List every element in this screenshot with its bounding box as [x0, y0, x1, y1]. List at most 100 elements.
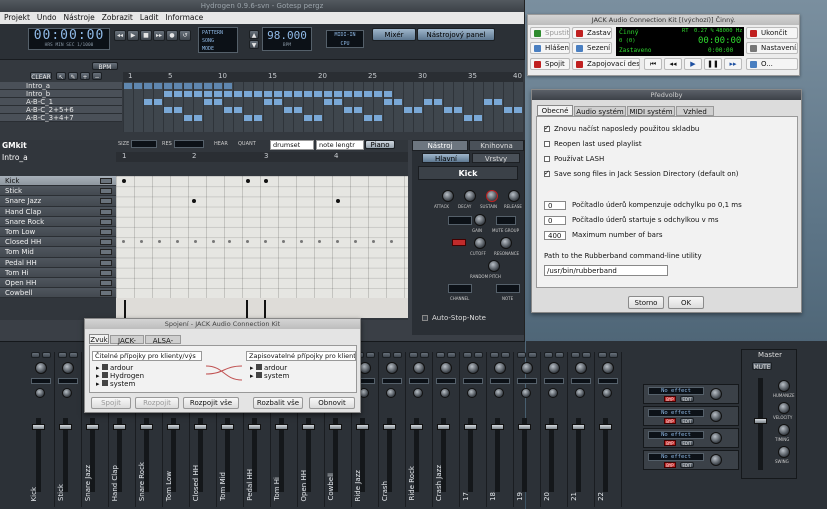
fader-cap[interactable]	[599, 424, 612, 430]
song-grid-cell[interactable]	[494, 99, 502, 105]
channel-display[interactable]	[448, 284, 472, 293]
fader-cap[interactable]	[86, 424, 99, 430]
fx-send-knob[interactable]	[575, 388, 585, 398]
record-button[interactable]: ●	[166, 30, 178, 41]
solo-button[interactable]	[42, 352, 51, 358]
release-knob[interactable]	[508, 190, 520, 202]
song-grid[interactable]	[123, 82, 523, 132]
fx-send-knob[interactable]	[62, 388, 72, 398]
song-grid-cell[interactable]	[194, 91, 202, 97]
pattern-note[interactable]	[354, 240, 357, 244]
pan-knob[interactable]	[413, 362, 425, 374]
song-tool-1-button[interactable]: ↖	[56, 72, 66, 81]
jack-session-button[interactable]: Sezení	[572, 42, 612, 54]
solo-button[interactable]	[366, 352, 375, 358]
song-grid-cell[interactable]	[354, 91, 362, 97]
pattern-note[interactable]	[122, 179, 126, 183]
instrument-mute-solo[interactable]	[100, 178, 112, 184]
pattern-note[interactable]	[282, 240, 285, 244]
fx-send-knob[interactable]	[35, 388, 45, 398]
bpm-down-button[interactable]: ▼	[249, 40, 259, 49]
song-mode-label[interactable]: SONG	[202, 37, 234, 45]
instrument-mute-solo[interactable]	[100, 269, 112, 276]
fader-cap[interactable]	[356, 424, 369, 430]
rewind-button[interactable]: ◂◂	[114, 30, 126, 41]
menu-ladit[interactable]: Ladit	[140, 12, 159, 24]
attack-knob[interactable]	[442, 190, 454, 202]
beat-counter-start-spinbox[interactable]: 0	[544, 216, 566, 225]
song-grid-cell[interactable]	[184, 115, 192, 121]
fx-edit-button[interactable]: EDIT	[680, 462, 694, 468]
song-grid-cell[interactable]	[274, 91, 282, 97]
pattern-note[interactable]	[246, 240, 249, 244]
tab-main[interactable]: Hlavní	[422, 153, 470, 163]
solo-button[interactable]	[528, 352, 537, 358]
tab-library[interactable]: Knihovna	[469, 140, 524, 151]
menu-nastroje[interactable]: Nástroje	[63, 12, 94, 24]
song-grid-cell[interactable]	[224, 83, 232, 89]
piano-button[interactable]: Piano	[365, 140, 395, 149]
song-grid-cell[interactable]	[454, 107, 462, 113]
instrument-row[interactable]: Tom Hi	[0, 267, 116, 278]
pattern-note[interactable]	[228, 240, 231, 244]
jack-start-button[interactable]: Spustit	[530, 27, 570, 39]
pan-knob[interactable]	[62, 362, 74, 374]
song-grid-cell[interactable]	[174, 83, 182, 89]
menu-projekt[interactable]: Projekt	[4, 12, 30, 24]
fader-cap[interactable]	[491, 424, 504, 430]
fx-bypass-button[interactable]: BYP	[664, 396, 676, 402]
beat-counter-offset-spinbox[interactable]: 0	[544, 201, 566, 210]
cancel-button[interactable]: Storno	[628, 296, 664, 309]
fx-return-knob[interactable]	[710, 432, 722, 444]
fx-bypass-button[interactable]: BYP	[664, 418, 676, 424]
disconnect-button[interactable]: Rozpojit	[135, 397, 179, 409]
song-grid-cell[interactable]	[204, 99, 212, 105]
pattern-note[interactable]	[140, 240, 143, 244]
jack-pause-button[interactable]: ❚❚	[704, 58, 722, 70]
tab-midi-system[interactable]: MIDI systém	[627, 106, 675, 116]
timing-knob[interactable]	[778, 424, 790, 436]
fader-cap[interactable]	[59, 424, 72, 430]
song-grid-cell[interactable]	[154, 99, 162, 105]
song-grid-cell[interactable]	[144, 83, 152, 89]
solo-button[interactable]	[501, 352, 510, 358]
song-grid-cell[interactable]	[214, 99, 222, 105]
jack-stop-button[interactable]: Zastavit	[572, 27, 612, 39]
tab-alsa-midi[interactable]: ALSA-MIDI	[145, 335, 181, 355]
humanize-knob[interactable]	[778, 380, 790, 392]
fader-cap[interactable]	[518, 424, 531, 430]
mute-button[interactable]	[409, 352, 418, 358]
menu-undo[interactable]: Undo	[37, 12, 57, 24]
fx-send-knob[interactable]	[386, 388, 396, 398]
instrument-row[interactable]: Kick	[0, 176, 116, 187]
tab-jack-midi[interactable]: JACK-MIDI	[110, 335, 144, 355]
client-tree-item[interactable]: ▸ ardour	[96, 364, 144, 372]
fader-track[interactable]	[32, 418, 45, 492]
mute-group-display[interactable]	[496, 216, 516, 225]
tab-layers[interactable]: Vrstvy	[472, 153, 520, 163]
mute-button[interactable]	[463, 352, 472, 358]
instrument-mute-solo[interactable]	[100, 290, 112, 297]
song-grid-cell[interactable]	[484, 99, 492, 105]
fx-return-knob[interactable]	[710, 454, 722, 466]
song-grid-cell[interactable]	[164, 107, 172, 113]
fader-cap[interactable]	[545, 424, 558, 430]
fx-send-knob[interactable]	[413, 388, 423, 398]
song-grid-cell[interactable]	[354, 107, 362, 113]
instrument-row[interactable]: Tom Mid	[0, 247, 116, 258]
pan-knob[interactable]	[575, 362, 587, 374]
instrument-row[interactable]: Tom Low	[0, 226, 116, 238]
velocity-editor[interactable]	[116, 298, 408, 318]
song-grid-cell[interactable]	[514, 107, 522, 113]
song-grid-cell[interactable]	[174, 91, 182, 97]
song-grid-cell[interactable]	[194, 115, 202, 121]
jack-messages-button[interactable]: Hlášení	[530, 42, 570, 54]
song-grid-cell[interactable]	[314, 91, 322, 97]
fader-cap[interactable]	[167, 424, 180, 430]
song-grid-cell[interactable]	[334, 99, 342, 105]
song-grid-cell[interactable]	[284, 91, 292, 97]
jack-session-dir-checkbox[interactable]	[544, 169, 550, 177]
fx-edit-button[interactable]: EDIT	[680, 418, 694, 424]
song-grid-cell[interactable]	[284, 107, 292, 113]
song-grid-cell[interactable]	[164, 83, 172, 89]
